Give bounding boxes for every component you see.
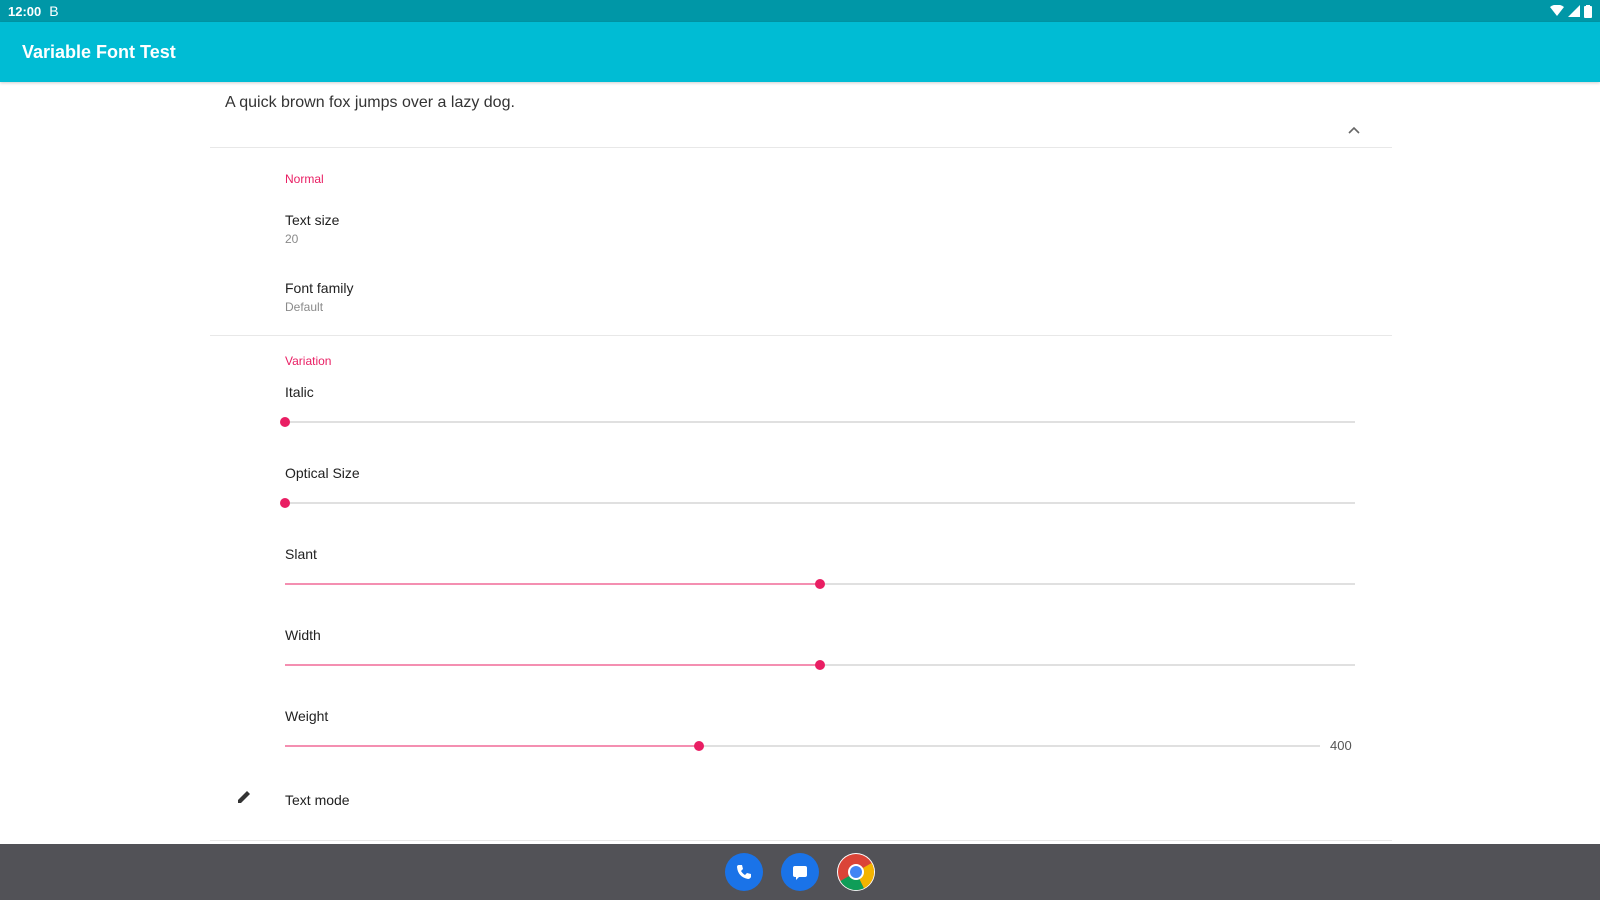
status-time: 12:00 <box>8 3 42 19</box>
pencil-icon <box>238 791 250 803</box>
slider-label: Slant <box>285 546 317 562</box>
slider-thumb[interactable] <box>815 579 825 589</box>
divider <box>210 840 1392 841</box>
divider <box>210 335 1392 336</box>
pref-font-family-title: Font family <box>285 280 354 296</box>
app-bar: Variable Font Test <box>0 22 1600 82</box>
chevron-up-icon[interactable] <box>1346 124 1362 136</box>
slider-width[interactable] <box>285 657 1355 673</box>
slider-optical-size[interactable] <box>280 495 1355 511</box>
slider-label: Width <box>285 627 321 643</box>
category-normal: Normal <box>285 172 324 186</box>
status-notification: B <box>49 3 59 19</box>
signal-icon <box>1568 5 1580 17</box>
pref-font-family-value: Default <box>285 300 324 314</box>
pref-text-size-value: 20 <box>285 232 299 246</box>
slider-slant[interactable] <box>285 576 1355 592</box>
slider-fill <box>285 664 820 666</box>
chrome-icon[interactable] <box>837 853 875 891</box>
phone-icon[interactable] <box>725 853 763 891</box>
preview-text: A quick brown fox jumps over a lazy dog. <box>225 94 515 111</box>
app-title: Variable Font Test <box>22 41 176 62</box>
messages-icon[interactable] <box>781 853 819 891</box>
battery-icon <box>1584 4 1592 18</box>
slider-label: Weight <box>285 708 329 724</box>
slider-track[interactable] <box>285 502 1355 504</box>
category-variation: Variation <box>285 354 332 368</box>
slider-label: Italic <box>285 384 314 400</box>
slider-value: 400 <box>1330 738 1352 753</box>
slider-fill <box>285 745 699 747</box>
slider-thumb[interactable] <box>694 741 704 751</box>
slider-track[interactable] <box>285 421 1355 423</box>
pref-text-size-title: Text size <box>285 212 340 228</box>
slider-fill <box>285 583 820 585</box>
text-mode-label[interactable]: Text mode <box>285 792 350 808</box>
slider-italic[interactable] <box>280 414 1355 430</box>
status-icons <box>1550 4 1592 18</box>
slider-label: Optical Size <box>285 465 360 481</box>
slider-thumb[interactable] <box>280 417 290 427</box>
dock <box>0 844 1600 900</box>
settings-content: A quick brown fox jumps over a lazy dog.… <box>210 82 1392 844</box>
status-bar: 12:00 B <box>0 0 1600 22</box>
slider-thumb[interactable] <box>815 660 825 670</box>
slider-weight[interactable] <box>285 738 1320 754</box>
wifi-icon <box>1550 5 1564 16</box>
divider <box>210 147 1392 148</box>
slider-thumb[interactable] <box>280 498 290 508</box>
